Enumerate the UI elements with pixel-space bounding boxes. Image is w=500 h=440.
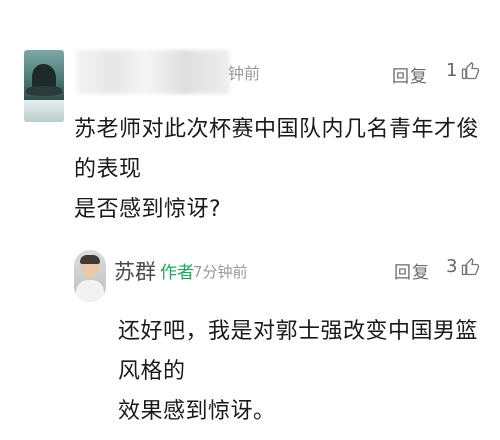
like-count: 3 <box>446 256 458 277</box>
like-button[interactable]: 1 <box>446 60 480 81</box>
author-badge: 作者 <box>160 263 194 283</box>
avatar-image-hair <box>80 255 100 264</box>
comment-text-line: 效果感到惊讶。 <box>118 399 276 424</box>
comment-item: 钟前 回复 1 苏老师对此次杯赛中国队内几名青年才俊的表现 是否感到惊讶? <box>0 0 500 225</box>
timestamp: 钟前 <box>228 64 261 83</box>
comment-text-line: 还好吧，我是对郭士强改变中国男篮风格的 <box>118 319 479 384</box>
avatar-image-wave <box>24 100 64 122</box>
avatar[interactable] <box>24 50 64 122</box>
thumbs-up-icon <box>460 61 480 81</box>
reply-button[interactable]: 回复 <box>394 258 430 283</box>
username-redacted <box>76 50 230 94</box>
timestamp: 7分钟前 <box>193 263 248 281</box>
avatar-image-body <box>76 280 104 302</box>
avatar-image-rock-base <box>26 86 62 96</box>
username[interactable]: 苏群 <box>114 256 156 286</box>
comment-text-line: 苏老师对此次杯赛中国队内几名青年才俊的表现 <box>74 117 480 182</box>
comment-text: 苏老师对此次杯赛中国队内几名青年才俊的表现 是否感到惊讶? <box>74 110 484 230</box>
thumbs-up-icon <box>460 257 480 277</box>
comment-text: 还好吧，我是对郭士强改变中国男篮风格的 效果感到惊讶。 <box>118 312 488 432</box>
like-button[interactable]: 3 <box>446 256 480 277</box>
like-count: 1 <box>446 60 458 81</box>
reply-button[interactable]: 回复 <box>392 62 428 87</box>
author-avatar[interactable] <box>74 250 106 302</box>
comment-text-line: 是否感到惊讶? <box>74 197 222 222</box>
